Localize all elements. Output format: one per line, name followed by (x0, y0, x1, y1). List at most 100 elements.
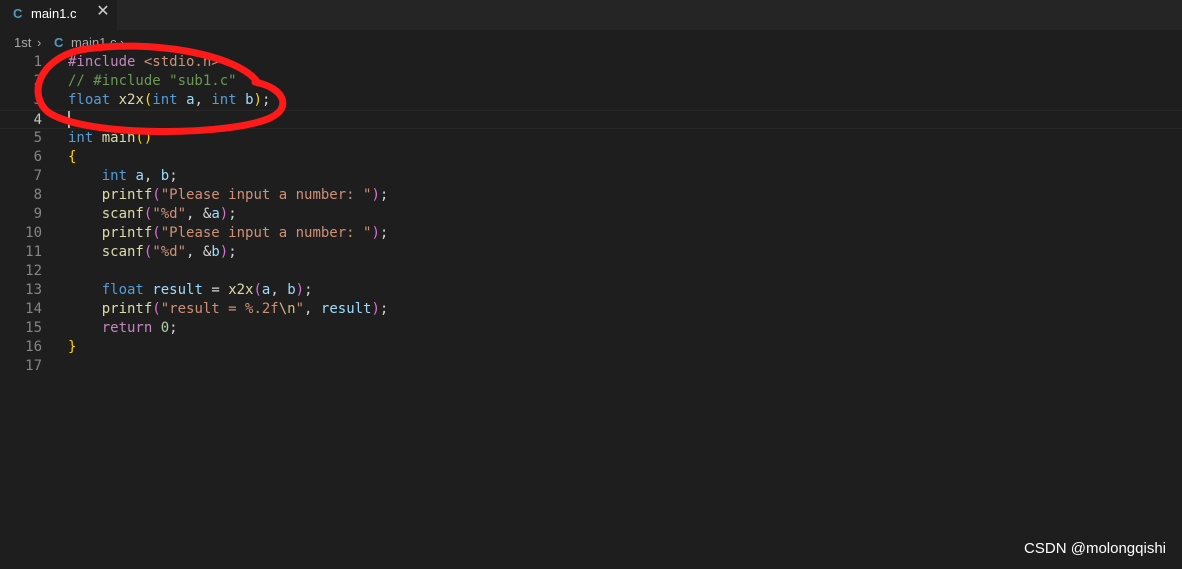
code-token: printf (101, 301, 153, 317)
code-token: result (152, 282, 203, 298)
breadcrumb: 1st › C main1.c › ... (0, 32, 1182, 52)
code-token: float (101, 282, 144, 298)
line-number: 8 (33, 187, 42, 203)
code-token: ) (371, 225, 380, 241)
line-number: 6 (33, 149, 42, 165)
code-text: // #include "sub1.c" (68, 72, 237, 91)
code-text: { (68, 148, 76, 167)
code-line[interactable]: 10 printf("Please input a number: "); (0, 224, 1182, 243)
code-line[interactable]: 13 float result = x2x(a, b); (0, 281, 1182, 300)
code-token: "result = %.2f (160, 301, 279, 317)
code-line[interactable]: 11 scanf("%d", &b); (0, 243, 1182, 262)
c-language-icon: C (54, 35, 64, 50)
line-number: 15 (25, 320, 42, 336)
code-token: ; (379, 301, 389, 317)
c-language-icon: C (13, 6, 23, 21)
code-token: x2x (118, 92, 144, 108)
code-editor[interactable]: 1 #include <stdio.h> 2 // #include "sub1.c"… (0, 52, 1182, 569)
line-number: 11 (25, 244, 42, 260)
code-token: } (68, 339, 77, 355)
line-number: 5 (33, 130, 42, 146)
code-text: int a, b; (68, 167, 178, 186)
code-token: = (202, 282, 229, 298)
code-line[interactable]: 15 return 0; (0, 319, 1182, 338)
code-text: printf("Please input a number: "); (68, 224, 389, 243)
code-line[interactable]: 7 int a, b; (0, 167, 1182, 186)
code-line[interactable]: 2 // #include "sub1.c" (0, 72, 1182, 91)
breadcrumb-file[interactable]: main1.c (71, 35, 117, 50)
code-token: , (270, 282, 288, 298)
code-token: "%d" (152, 206, 187, 222)
code-token: ; (379, 187, 389, 203)
code-token: #include (68, 54, 144, 70)
tab-filename: main1.c (31, 6, 77, 21)
code-token: \n (278, 301, 296, 317)
breadcrumb-folder[interactable]: 1st (14, 35, 31, 50)
code-token: ( (253, 282, 262, 298)
code-line[interactable]: 14 printf("result = %.2f\n", result); (0, 300, 1182, 319)
code-token: scanf (101, 244, 144, 260)
code-token: ; (169, 320, 178, 336)
close-icon[interactable]: ✕ (95, 4, 111, 20)
line-number: 13 (25, 282, 42, 298)
code-token: result (320, 301, 372, 317)
code-token: a (135, 168, 144, 184)
line-number: 3 (33, 92, 42, 108)
code-token: int (68, 130, 94, 146)
code-text: #include <stdio.h> (68, 53, 220, 72)
line-number: 1 (33, 54, 42, 70)
code-token: , (194, 92, 212, 108)
code-token: <stdio.h> (143, 54, 220, 70)
code-token: b (245, 92, 254, 108)
code-token: ; (228, 244, 237, 260)
code-token: a (211, 206, 220, 222)
code-line[interactable]: 16} (0, 338, 1182, 357)
code-line[interactable]: 9 scanf("%d", &a); (0, 205, 1182, 224)
code-token: "Please input a number: " (160, 225, 372, 241)
line-number: 14 (25, 301, 42, 317)
code-token: ) (295, 282, 305, 298)
chevron-right-icon: › (37, 35, 42, 50)
code-token: printf (101, 187, 153, 203)
code-line[interactable]: 5 int main() (0, 129, 1182, 148)
code-token: ) (371, 301, 380, 317)
code-token: main (101, 130, 136, 146)
breadcrumb-symbols[interactable]: ... (132, 35, 143, 50)
code-token: ; (169, 168, 178, 184)
line-number: 16 (25, 339, 42, 355)
code-text: scanf("%d", &b); (68, 243, 237, 262)
code-token: ( (152, 301, 161, 317)
code-token: ; (379, 225, 389, 241)
code-token: ( (152, 187, 161, 203)
code-token: x2x (228, 282, 254, 298)
code-line[interactable]: 4 (0, 110, 1182, 129)
code-token: " (295, 301, 305, 317)
code-token: int (211, 92, 237, 108)
code-token: ) (219, 244, 229, 260)
code-text: int main() (68, 129, 152, 148)
code-text: } (68, 338, 76, 357)
line-number: 7 (33, 168, 42, 184)
code-text: scanf("%d", &a); (68, 205, 237, 224)
code-token: ) (219, 206, 229, 222)
code-token: ( (152, 225, 161, 241)
code-token: // #include "sub1.c" (68, 73, 237, 89)
code-line[interactable]: 8 printf("Please input a number: "); (0, 186, 1182, 205)
line-number: 17 (25, 358, 42, 374)
code-line[interactable]: 12 (0, 262, 1182, 281)
code-token: int (152, 92, 178, 108)
code-line[interactable]: 1 #include <stdio.h> (0, 53, 1182, 72)
tab-main1-c[interactable]: C main1.c ✕ (0, 0, 117, 30)
code-line[interactable]: 3 float x2x(int a, int b); (0, 91, 1182, 110)
code-token: b (211, 244, 220, 260)
code-token: b (160, 168, 170, 184)
code-line[interactable]: 17 (0, 357, 1182, 376)
code-line[interactable]: 6{ (0, 148, 1182, 167)
